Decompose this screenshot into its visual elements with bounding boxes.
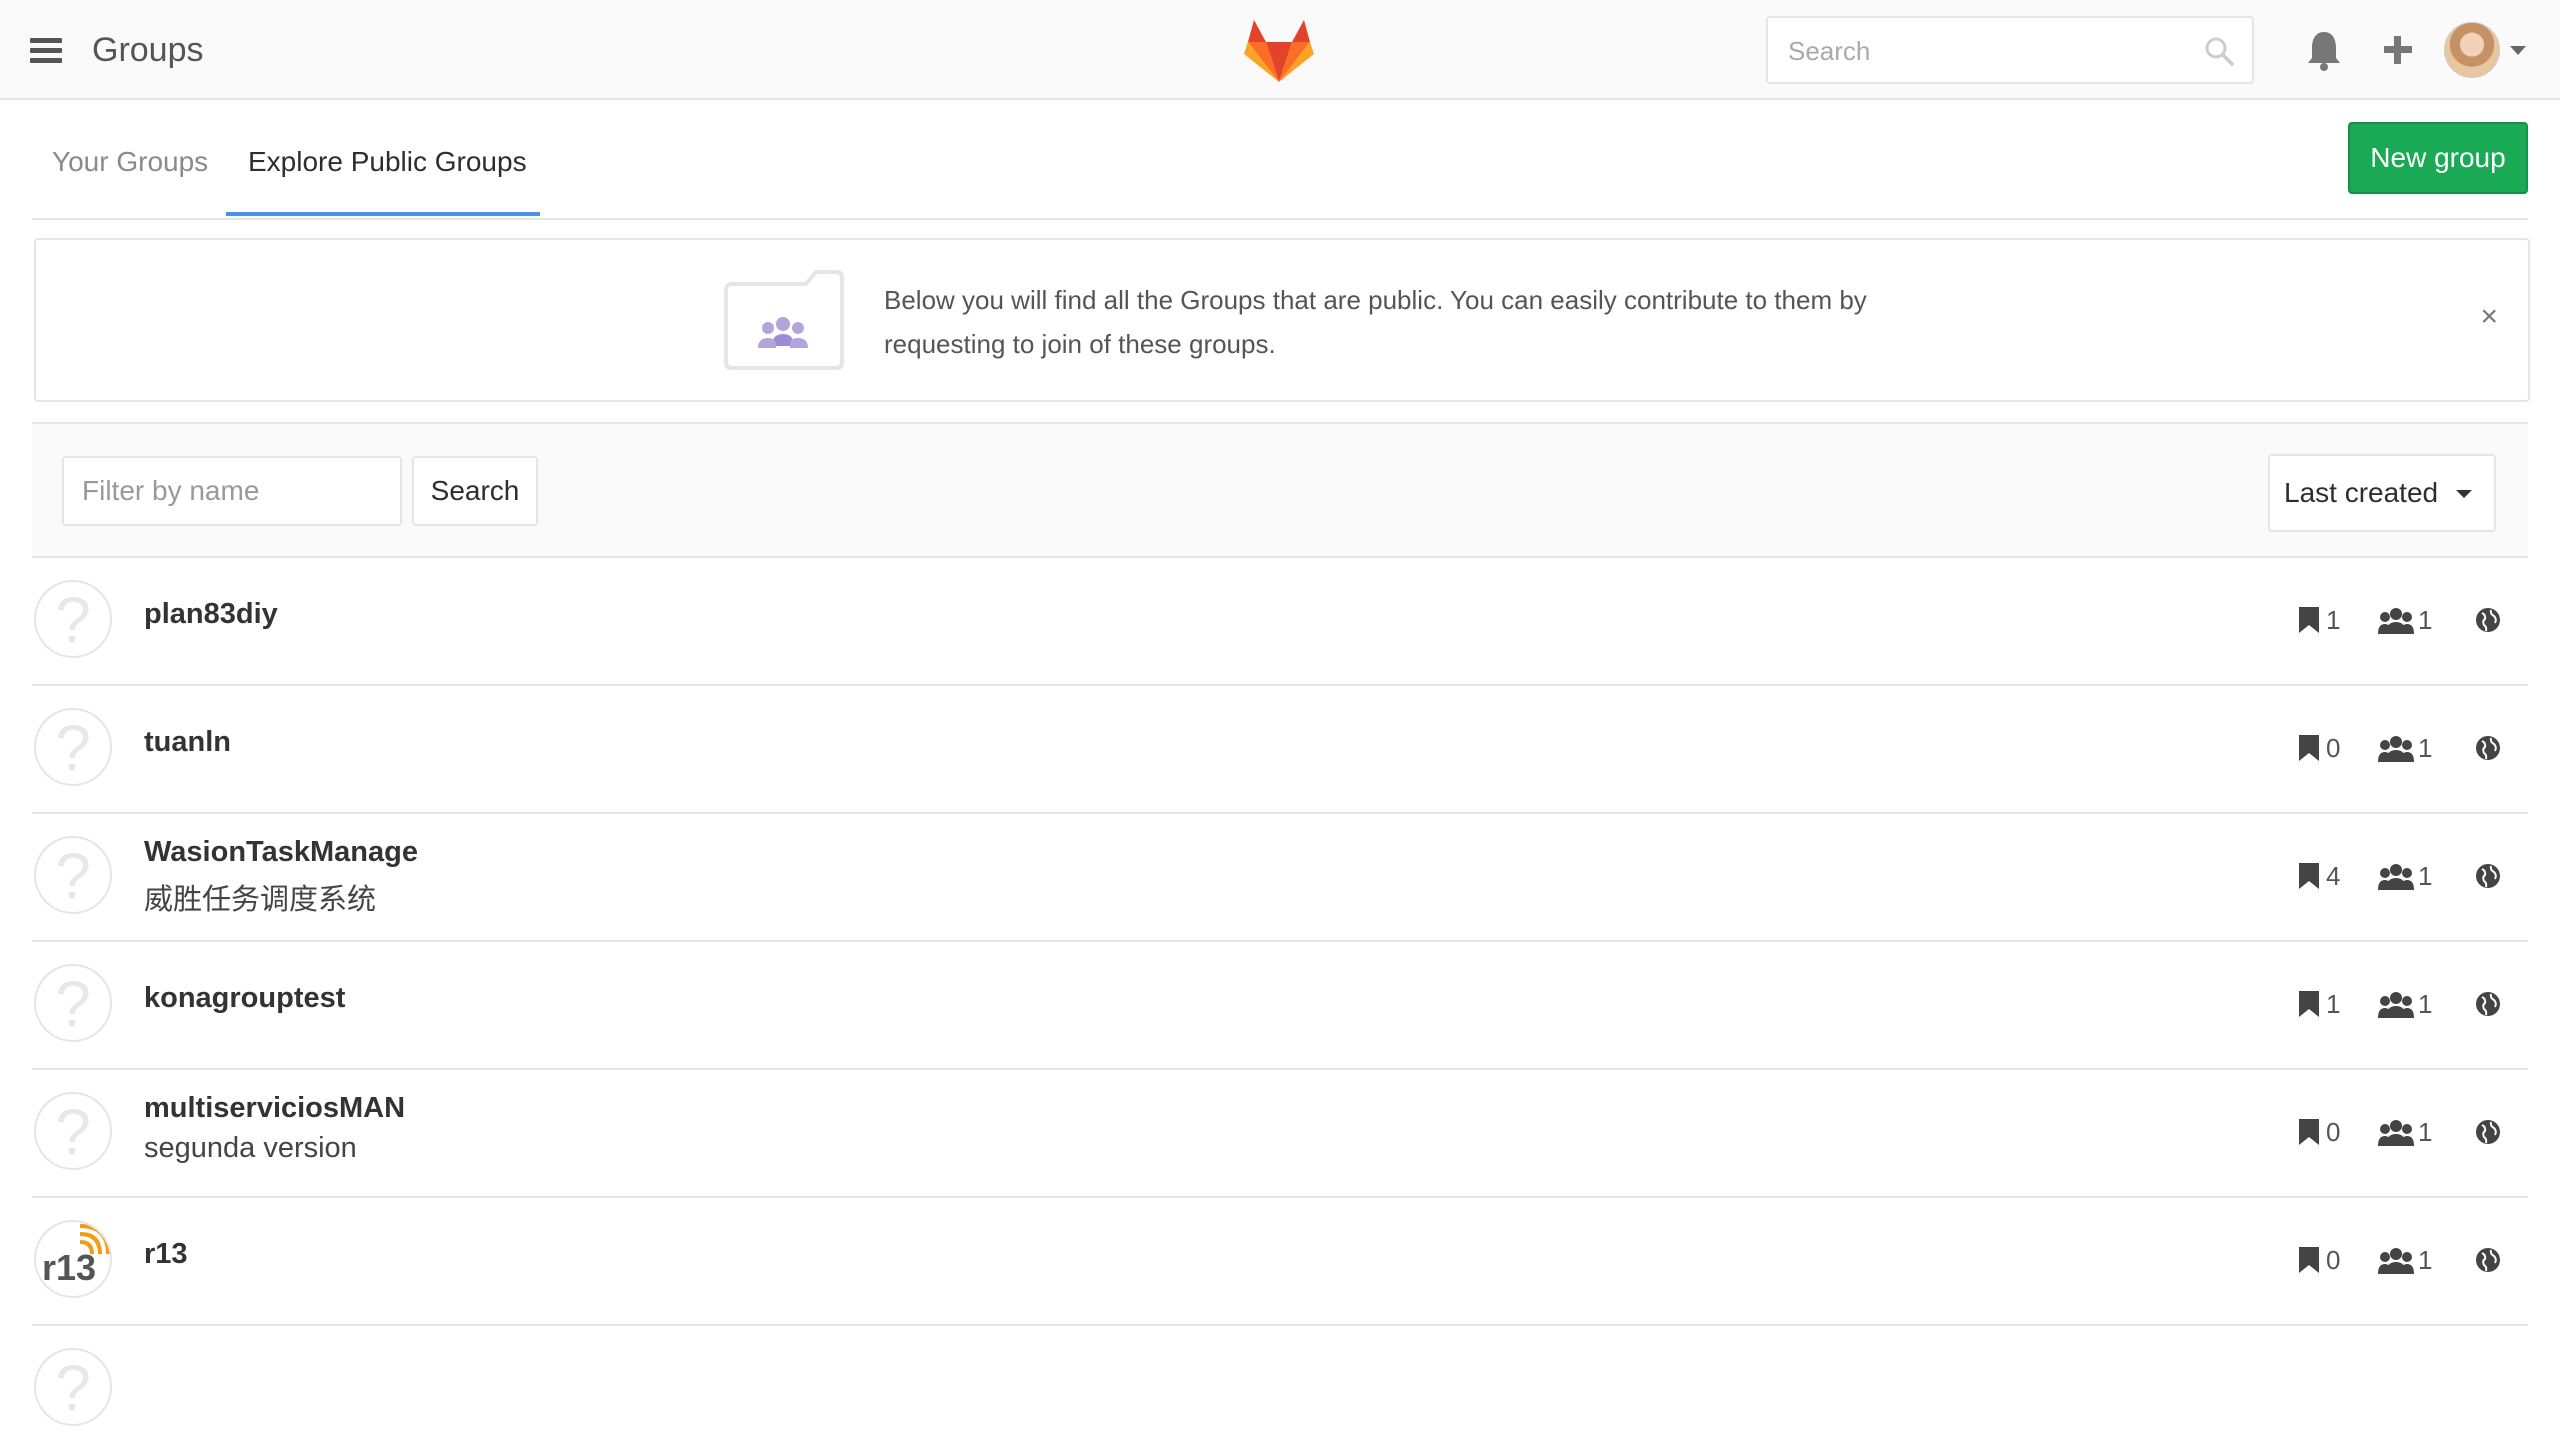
groups-tabs: Your Groups Explore Public Groups	[32, 102, 2528, 220]
question-icon[interactable]: ?	[34, 708, 112, 786]
close-icon[interactable]: ×	[2480, 302, 2498, 332]
chevron-down-icon	[2456, 490, 2472, 498]
global-search[interactable]	[1766, 16, 2254, 84]
group-row[interactable]: ? WasionTaskManage 威胜任务调度系统 4 1	[32, 814, 2528, 942]
group-folder-illustration	[724, 270, 844, 370]
notifications-bell-icon[interactable]	[2304, 28, 2344, 72]
page-title: Groups	[92, 31, 204, 69]
svg-text:?: ?	[55, 1352, 91, 1424]
explore-groups-banner: Below you will find all the Groups that …	[34, 238, 2530, 402]
tab-your-groups[interactable]: Your Groups	[52, 142, 208, 182]
group-row[interactable]: ? plan83diy 1 1	[32, 558, 2528, 686]
group-row[interactable]: ? tuanln 0 1	[32, 686, 2528, 814]
users-icon	[2378, 608, 2414, 634]
bookmark-icon	[2299, 863, 2319, 889]
question-icon[interactable]: ?	[34, 1092, 112, 1170]
sort-dropdown[interactable]: Last created	[2268, 454, 2496, 532]
group-name[interactable]: plan83diy	[144, 598, 278, 631]
group-row[interactable]: ? multiserviciosMAN segunda version 0 1	[32, 1070, 2528, 1198]
sort-dropdown-label: Last created	[2284, 477, 2439, 508]
group-name[interactable]: tuanln	[144, 726, 231, 759]
group-name[interactable]: WasionTaskManage	[144, 836, 418, 869]
bookmark-icon	[2299, 991, 2319, 1017]
group-name[interactable]: r13	[144, 1238, 188, 1271]
svg-text:r13: r13	[42, 1247, 96, 1288]
svg-text:?: ?	[55, 712, 91, 784]
group-stats: 4 1	[2298, 858, 2528, 894]
group-description: 威胜任务调度系统	[144, 884, 377, 916]
group-stats: 0 1	[2298, 1114, 2528, 1150]
user-avatar[interactable]	[2444, 22, 2500, 78]
top-navbar: Groups	[0, 0, 2560, 100]
tab-explore-public-groups[interactable]: Explore Public Groups	[248, 142, 527, 182]
chevron-down-icon[interactable]	[2510, 46, 2526, 55]
active-tab-indicator	[226, 212, 540, 216]
r13-logo[interactable]: r13	[34, 1220, 112, 1298]
bookmark-icon	[2299, 607, 2319, 633]
new-group-button[interactable]: New group	[2348, 122, 2528, 194]
bookmark-icon	[2299, 1247, 2319, 1273]
group-stats: 0 1	[2298, 730, 2528, 766]
filter-bar: Search Last created	[32, 422, 2528, 558]
svg-text:?: ?	[55, 968, 91, 1040]
svg-text:?: ?	[55, 1096, 91, 1168]
users-icon	[2378, 864, 2414, 890]
search-icon	[2205, 37, 2234, 66]
question-icon[interactable]: ?	[34, 836, 112, 914]
group-row[interactable]: r13 r13 0 1	[32, 1198, 2528, 1326]
question-icon[interactable]: ?	[34, 964, 112, 1042]
group-row-partial[interactable]: ?	[32, 1326, 2528, 1452]
hamburger-menu-icon[interactable]	[30, 38, 62, 64]
group-name[interactable]: konagrouptest	[144, 982, 345, 1015]
question-icon[interactable]: ?	[34, 580, 112, 658]
group-stats: 0 1	[2298, 1242, 2528, 1278]
group-list: ? plan83diy 1 1 ? tuanln 0 1 ? WasionTas…	[32, 558, 2528, 1452]
global-search-input[interactable]	[1786, 32, 2190, 70]
bookmark-icon	[2299, 1119, 2319, 1145]
svg-text:?: ?	[55, 840, 91, 912]
users-icon	[2378, 1248, 2414, 1274]
gitlab-logo-icon[interactable]	[1242, 14, 1316, 84]
group-name[interactable]: multiserviciosMAN	[144, 1092, 405, 1125]
group-row[interactable]: ? konagrouptest 1 1	[32, 942, 2528, 1070]
group-description: segunda version	[144, 1132, 357, 1164]
svg-text:?: ?	[55, 584, 91, 656]
bookmark-icon	[2299, 735, 2319, 761]
banner-text: Below you will find all the Groups that …	[884, 285, 1867, 359]
filter-by-name-input[interactable]	[62, 456, 402, 526]
group-stats: 1 1	[2298, 602, 2528, 638]
users-icon	[2378, 992, 2414, 1018]
filter-search-button[interactable]: Search	[412, 456, 538, 526]
plus-icon[interactable]	[2378, 28, 2418, 72]
users-icon	[2378, 736, 2414, 762]
users-icon	[2378, 1120, 2414, 1146]
group-stats: 1 1	[2298, 986, 2528, 1022]
